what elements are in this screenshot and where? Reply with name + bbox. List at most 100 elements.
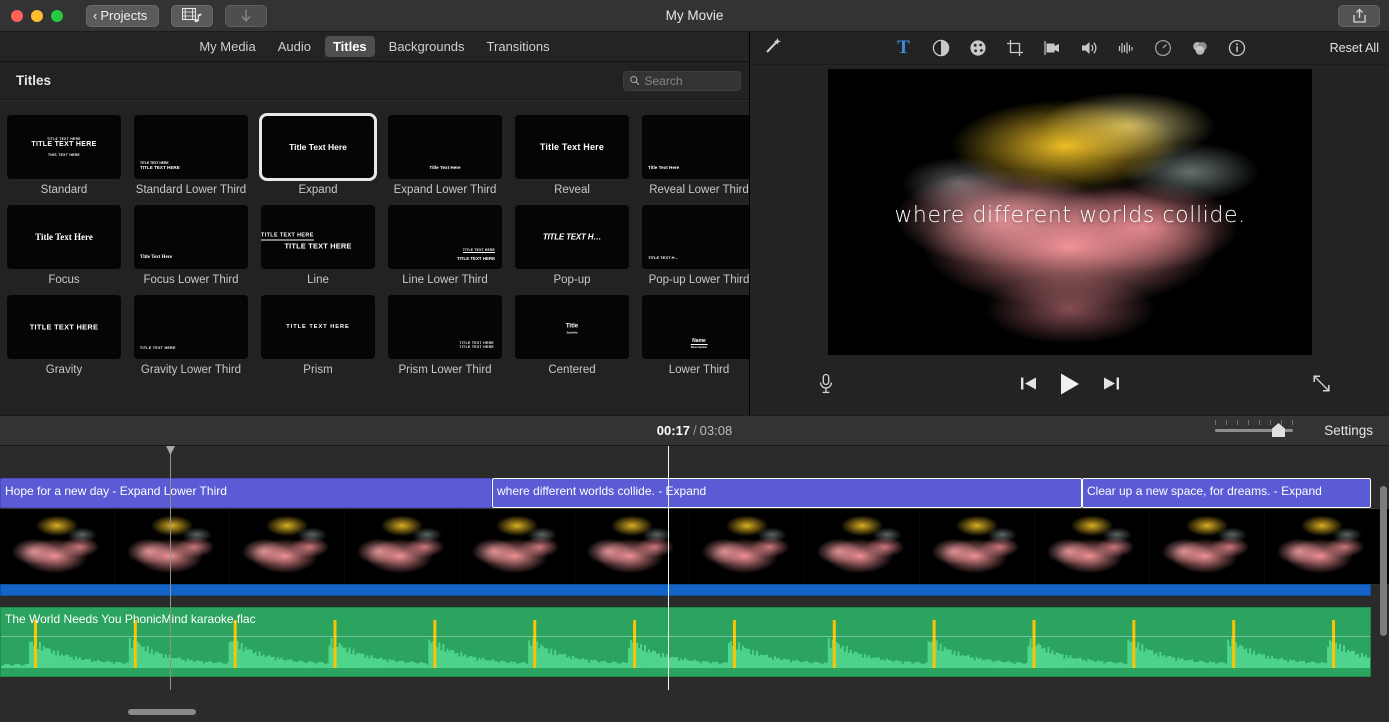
crop-button[interactable] [1005,38,1025,58]
window-controls[interactable] [11,9,63,22]
title-thumbnail: Title Text Here [259,113,377,181]
video-clip-select-bar[interactable] [0,584,1371,596]
video-preview[interactable]: where different worlds collide. [828,69,1312,355]
fullscreen-button[interactable] [1312,374,1331,398]
title-clip-3[interactable]: Clear up a new space, for dreams. - Expa… [1082,478,1371,508]
title-tool-button[interactable]: T [894,37,914,58]
title-item-label: Standard Lower Third [135,184,247,196]
reset-all-button[interactable]: Reset All [1330,41,1379,55]
tab-titles[interactable]: Titles [324,36,375,57]
audio-track[interactable]: The World Needs You PhonicMind karaoke.f… [0,601,1371,689]
noise-reduction-button[interactable] [1116,38,1136,58]
title-item-pop-up-lower-third[interactable]: TITLE TEXT H… Pop-up Lower Third [642,204,749,288]
tab-my-media[interactable]: My Media [191,36,263,57]
color-balance-icon [932,39,949,57]
close-window-button[interactable] [11,9,23,22]
title-item-expand[interactable]: Title Text Here Expand [259,113,377,198]
video-frame [1035,509,1150,584]
thumb-text: · · · · Title Subtitle [515,319,629,334]
tab-audio[interactable]: Audio [270,36,319,57]
preview-title-overlay[interactable]: where different worlds collide. [828,203,1312,228]
video-frame [1150,509,1265,584]
video-frame [575,509,690,584]
title-item-lower-third[interactable]: Name Description Lower Third [642,294,749,378]
title-item-prism-lower-third[interactable]: TITLE TEXT HERE TITLE TEXT HERE Prism Lo… [388,294,502,378]
zoom-slider-track[interactable] [1215,420,1293,437]
title-item-expand-lower-third[interactable]: Title Text Here Expand Lower Third [388,115,502,198]
timeline-ruler[interactable] [0,446,1389,478]
projects-back-button[interactable]: ‹ Projects [86,4,160,27]
film-music-icon [182,8,202,23]
search-input[interactable] [644,73,734,88]
title-item-reveal[interactable]: Title Text Here Reveal [515,115,629,198]
title-thumbnail: TITLE TEXT HERE [7,294,121,359]
color-correction-button[interactable] [968,38,988,58]
stabilization-button[interactable] [1042,38,1062,58]
volume-button[interactable] [1079,38,1099,58]
skip-to-end-button[interactable] [1103,376,1120,396]
viewer-panel: T Reset All where different worlds colli… [751,32,1389,415]
title-thumbnail: Title Text Here [642,115,749,179]
title-item-gravity-lower-third[interactable]: TITLE TEXT HERE Gravity Lower Third [134,294,248,378]
video-track[interactable] [0,508,1389,584]
enhance-button[interactable] [764,37,782,60]
skip-to-end-icon [1104,377,1119,390]
title-clip-label: Clear up a new space, for dreams. - Expa… [1087,484,1322,498]
tab-transitions[interactable]: Transitions [479,36,558,57]
voiceover-button[interactable] [818,373,834,400]
search-field[interactable] [623,70,741,91]
title-thumbnail: TITLE TEXT HERE [134,294,248,359]
audio-volume-line[interactable] [1,636,1370,637]
skip-to-start-button[interactable] [1020,376,1037,396]
title-item-pop-up[interactable]: TITLE TEXT H… Pop-up [515,204,629,288]
thumb-text: Title Text Here [289,142,347,152]
timeline-zoom-slider[interactable] [1215,420,1293,437]
play-button[interactable] [1059,372,1081,401]
playhead[interactable] [668,446,669,690]
minimize-window-button[interactable] [31,9,43,22]
noise-reduction-icon [1118,42,1133,54]
clip-filter-icon [1192,42,1207,55]
title-item-line[interactable]: TITLE TEXT HERE TITLE TEXT HERE Line [261,204,375,288]
timeline-vertical-scrollbar[interactable] [1380,486,1387,722]
browser-sub-header: Titles [0,62,749,100]
title-item-label: Standard [40,184,88,196]
titles-grid-scroll[interactable]: TITLE TEXT HERE TITLE TEXT HERE THIS TEX… [0,100,749,414]
tab-backgrounds[interactable]: Backgrounds [381,36,473,57]
title-item-label: Centered [548,363,596,376]
timeline[interactable]: Hope for a new day - Expand Lower Third … [0,446,1389,722]
title-item-standard[interactable]: TITLE TEXT HERE TITLE TEXT HERE THIS TEX… [7,115,121,198]
info-button[interactable] [1227,38,1247,58]
title-item-prism[interactable]: TITLE TEXT HERE Prism [261,294,375,378]
download-button[interactable] [225,4,268,27]
title-thumbnail: TITLE TEXT HERE TITLE TEXT HERE [261,204,375,269]
audio-clip[interactable]: The World Needs You PhonicMind karaoke.f… [0,607,1371,677]
thumb-text: Name Description [690,337,708,349]
imovie-window: ‹ Projects My Movie My Media Audio Title… [0,0,1389,722]
maximize-window-button[interactable] [51,9,63,22]
title-item-centered[interactable]: · · · · Title Subtitle Centered [515,294,629,378]
title-clip-2[interactable]: where different worlds collide. - Expand [492,478,1082,508]
projects-button-label: Projects [100,8,148,23]
import-media-button[interactable] [171,4,214,27]
title-item-focus-lower-third[interactable]: Title Text Here Focus Lower Third [134,204,248,288]
title-item-line-lower-third[interactable]: TITLE TEXT HERE TITLE TEXT HERE Line Low… [388,204,502,288]
scrollbar-thumb[interactable] [1380,486,1387,636]
title-item-reveal-lower-third[interactable]: Title Text Here Reveal Lower Third [642,115,749,198]
title-item-gravity[interactable]: TITLE TEXT HERE Gravity [7,294,121,378]
thumb-text: Title Text Here [539,142,605,152]
microphone-icon [819,373,833,393]
speed-button[interactable] [1153,38,1173,58]
timeline-horizontal-scrollbar[interactable] [0,706,1389,718]
title-clip-1[interactable]: Hope for a new day - Expand Lower Third [0,478,492,508]
share-button[interactable] [1338,5,1380,27]
title-thumbnail: Title Text Here [7,204,121,269]
color-balance-button[interactable] [931,38,951,58]
title-thumbnail: TITLE TEXT HERE TITLE TEXT HERE THIS TEX… [7,115,121,179]
title-item-standard-lower-third[interactable]: TITLE TEXT HERE TITLE TEXT HERE Standard… [134,115,248,198]
clip-filter-button[interactable] [1190,38,1210,58]
timeline-settings-button[interactable]: Settings [1324,423,1373,438]
scrollbar-thumb[interactable] [128,709,196,715]
section-title: Titles [16,73,52,88]
title-item-focus[interactable]: Title Text Here Focus [7,204,121,288]
